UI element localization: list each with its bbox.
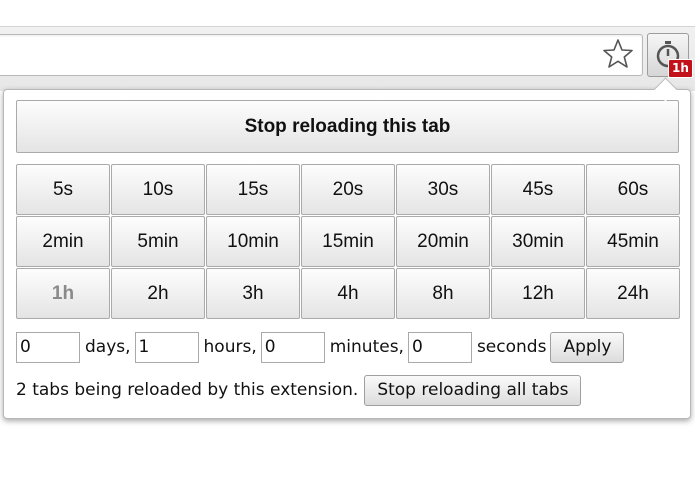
days-label: days, [85, 337, 131, 357]
extension-badge: 1h [668, 59, 693, 78]
seconds-label: seconds [476, 337, 547, 357]
interval-button[interactable]: 5s [16, 164, 110, 215]
interval-button[interactable]: 45s [491, 164, 585, 215]
interval-button[interactable]: 10min [206, 216, 300, 267]
interval-button[interactable]: 20min [396, 216, 490, 267]
interval-button-active: 1h [16, 268, 110, 319]
hours-label: hours, [203, 337, 257, 357]
interval-button[interactable]: 2min [16, 216, 110, 267]
interval-button[interactable]: 60s [586, 164, 680, 215]
days-input[interactable] [16, 331, 80, 363]
interval-button[interactable]: 45min [586, 216, 680, 267]
interval-button[interactable]: 15min [301, 216, 395, 267]
interval-button[interactable]: 20s [301, 164, 395, 215]
interval-button[interactable]: 30min [491, 216, 585, 267]
hours-input[interactable] [134, 331, 199, 363]
interval-button[interactable]: 2h [111, 268, 205, 319]
seconds-input[interactable] [407, 331, 472, 363]
apply-button[interactable]: Apply [550, 331, 625, 363]
interval-button[interactable]: 8h [396, 268, 490, 319]
interval-button[interactable]: 30s [396, 164, 490, 215]
interval-button[interactable]: 10s [111, 164, 205, 215]
interval-button[interactable]: 12h [491, 268, 585, 319]
star-outline-icon[interactable] [602, 38, 634, 70]
status-text: 2 tabs being reloaded by this extension. [16, 380, 359, 400]
custom-interval-row: days, hours, minutes, seconds Apply [16, 330, 625, 364]
status-row: 2 tabs being reloaded by this extension.… [16, 373, 582, 407]
interval-button[interactable]: 4h [301, 268, 395, 319]
reload-popup: Stop reloading this tab 5s 10s 15s 20s 3… [3, 89, 691, 419]
interval-button[interactable]: 15s [206, 164, 300, 215]
page-content [0, 420, 695, 494]
stop-reloading-tab-button[interactable]: Stop reloading this tab [16, 100, 679, 153]
minutes-input[interactable] [260, 331, 325, 363]
address-bar[interactable] [0, 34, 643, 76]
stop-reloading-all-button[interactable]: Stop reloading all tabs [364, 374, 582, 406]
minutes-label: minutes, [329, 337, 404, 357]
interval-button[interactable]: 24h [586, 268, 680, 319]
interval-button[interactable]: 3h [206, 268, 300, 319]
interval-button[interactable]: 5min [111, 216, 205, 267]
